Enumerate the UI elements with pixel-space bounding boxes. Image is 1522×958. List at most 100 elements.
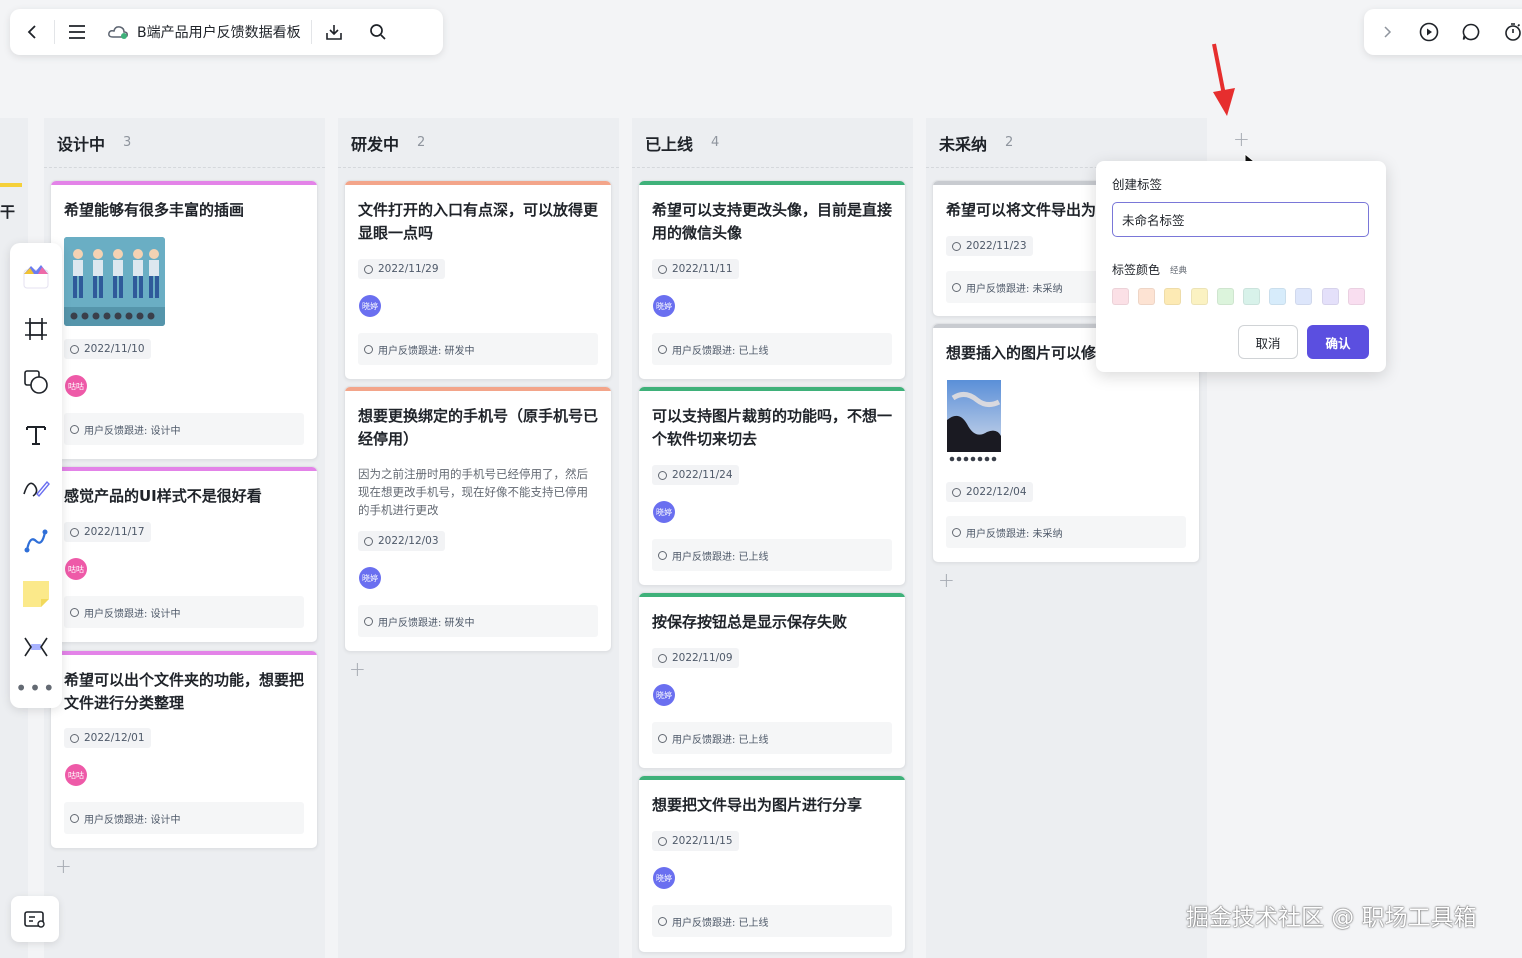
card-color-bar	[345, 181, 611, 185]
comment-button[interactable]	[1450, 9, 1492, 55]
column-title: 未采纳	[939, 134, 988, 154]
status-field[interactable]: 用户反馈跟进: 研发中	[358, 333, 598, 365]
avatar[interactable]: 晓婷	[359, 567, 381, 589]
column-header-online[interactable]: 已上线 4	[632, 118, 913, 168]
text-tool[interactable]	[10, 408, 62, 461]
sticky-note-tool[interactable]	[10, 567, 62, 620]
more-tools-button[interactable]: •••	[10, 673, 62, 703]
column-count: 4	[711, 135, 720, 150]
clock-icon	[952, 241, 961, 251]
template-tool[interactable]	[10, 249, 62, 302]
pen-tool[interactable]	[10, 461, 62, 514]
kanban-card[interactable]: 文件打开的入口有点深，可以放得更显眼一点吗 2022/11/29 晓婷 用户反馈…	[344, 180, 612, 380]
card-color-bar	[639, 181, 905, 185]
menu-icon	[69, 25, 85, 39]
color-swatch[interactable]	[1164, 288, 1182, 305]
document-title[interactable]: B端产品用户反馈数据看板	[99, 22, 311, 42]
avatar[interactable]: 晓婷	[653, 867, 675, 889]
add-card-button[interactable]: +	[55, 854, 72, 878]
kanban-card[interactable]: 想要把文件导出为图片进行分享 2022/11/15 晓婷 用户反馈跟进: 已上线	[638, 775, 906, 953]
check-circle-icon	[658, 916, 667, 926]
avatar[interactable]: 晓婷	[653, 684, 675, 706]
timer-button[interactable]	[1492, 9, 1522, 55]
add-column-button[interactable]: +	[1233, 127, 1250, 151]
date-tag: 2022/11/09	[652, 648, 739, 668]
date-text: 2022/11/09	[672, 652, 733, 664]
kanban-card[interactable]: 希望能够有很多丰富的插画 2022/11/10 咕咕 用户反馈跟进: 设计中	[50, 180, 318, 460]
color-swatch[interactable]	[1112, 288, 1129, 305]
status-field[interactable]: 用户反馈跟进: 研发中	[358, 605, 598, 637]
add-card-button[interactable]: +	[938, 568, 955, 592]
map-view-button[interactable]	[11, 896, 59, 942]
search-button[interactable]	[356, 9, 400, 55]
color-swatch[interactable]	[1216, 288, 1234, 305]
mindmap-tool[interactable]	[10, 620, 62, 673]
avatar[interactable]: 晓婷	[359, 295, 381, 317]
column-header-design[interactable]: 设计中 3	[44, 118, 325, 168]
confirm-button[interactable]: 确认	[1307, 325, 1369, 359]
cancel-button[interactable]: 取消	[1238, 325, 1298, 359]
status-field[interactable]: 用户反馈跟进: 设计中	[64, 596, 304, 628]
avatar[interactable]: 晓婷	[653, 295, 675, 317]
status-text: 用户反馈跟进: 已上线	[672, 345, 769, 357]
clock-icon	[70, 527, 79, 537]
kanban-card[interactable]: 按保存按钮总是显示保存失败 2022/11/09 晓婷 用户反馈跟进: 已上线	[638, 592, 906, 769]
status-field[interactable]: 用户反馈跟进: 已上线	[652, 905, 892, 937]
color-swatch[interactable]	[1269, 288, 1287, 305]
kanban-card[interactable]: 希望可以支持更改头像，目前是直接用的微信头像 2022/11/11 晓婷 用户反…	[638, 180, 906, 380]
color-swatch[interactable]	[1347, 288, 1365, 305]
card-color-bar	[51, 651, 317, 655]
connector-tool[interactable]	[10, 514, 62, 567]
column-header-dev[interactable]: 研发中 2	[338, 118, 619, 168]
connector-icon	[24, 529, 48, 552]
top-toolbar: B端产品用户反馈数据看板	[10, 9, 443, 55]
kanban-card[interactable]: 感觉产品的UI样式不是很好看 2022/11/17 咕咕 用户反馈跟进: 设计中	[50, 466, 318, 643]
template-icon	[23, 264, 49, 288]
shape-tool[interactable]	[10, 355, 62, 408]
kanban-card[interactable]: 可以支持图片裁剪的功能吗，不想一个软件切来切去 2022/11/24 晓婷 用户…	[638, 386, 906, 586]
kanban-card[interactable]: 想要更换绑定的手机号（原手机号已经停用） 因为之前注册时用的手机号已经停用了，然…	[344, 386, 612, 652]
color-theme-label[interactable]: 经典	[1170, 264, 1187, 276]
clock-icon	[658, 836, 667, 846]
status-field[interactable]: 用户反馈跟进: 未采纳	[946, 516, 1186, 548]
avatar[interactable]: 晓婷	[653, 501, 675, 523]
kanban-card[interactable]: 希望可以出个文件夹的功能，想要把文件进行分类整理 2022/12/01 咕咕 用…	[50, 650, 318, 849]
card-color-bar	[639, 593, 905, 597]
status-field[interactable]: 用户反馈跟进: 设计中	[64, 413, 304, 445]
frame-tool[interactable]	[10, 302, 62, 355]
status-field[interactable]: 用户反馈跟进: 已上线	[652, 539, 892, 571]
play-icon	[1419, 22, 1439, 42]
tag-name-input[interactable]	[1112, 202, 1369, 237]
add-card-button[interactable]: +	[349, 657, 366, 681]
avatar[interactable]: 咕咕	[65, 764, 87, 786]
shape-icon	[24, 369, 48, 394]
status-field[interactable]: 用户反馈跟进: 已上线	[652, 333, 892, 365]
column-title: 已上线	[645, 134, 694, 154]
download-button[interactable]	[312, 9, 356, 55]
present-button[interactable]	[1408, 9, 1450, 55]
back-button[interactable]	[10, 9, 54, 55]
create-tag-popover: 创建标签 标签颜色 经典 取消 确认	[1096, 161, 1386, 372]
status-text: 用户反馈跟进: 已上线	[672, 917, 769, 929]
color-swatch[interactable]	[1295, 288, 1313, 305]
avatar[interactable]: 咕咕	[65, 375, 87, 397]
color-swatch[interactable]	[1190, 288, 1208, 305]
status-text: 用户反馈跟进: 未采纳	[966, 528, 1063, 540]
clock-icon	[658, 470, 667, 480]
menu-button[interactable]	[55, 9, 99, 55]
document-title-text: B端产品用户反馈数据看板	[137, 25, 301, 41]
avatar[interactable]: 咕咕	[65, 558, 87, 580]
date-tag: 2022/11/15	[652, 831, 739, 851]
timer-icon	[1505, 23, 1521, 41]
mindmap-icon	[24, 637, 48, 656]
color-swatch[interactable]	[1321, 288, 1339, 305]
expand-button[interactable]	[1366, 9, 1408, 55]
text-icon	[26, 425, 46, 445]
cloud-icon	[108, 26, 128, 39]
date-tag: 2022/11/11	[652, 259, 739, 279]
color-swatch[interactable]	[1138, 288, 1156, 305]
status-field[interactable]: 用户反馈跟进: 已上线	[652, 722, 892, 754]
date-tag: 2022/11/24	[652, 465, 739, 485]
color-swatch[interactable]	[1242, 288, 1260, 305]
status-field[interactable]: 用户反馈跟进: 设计中	[64, 802, 304, 834]
